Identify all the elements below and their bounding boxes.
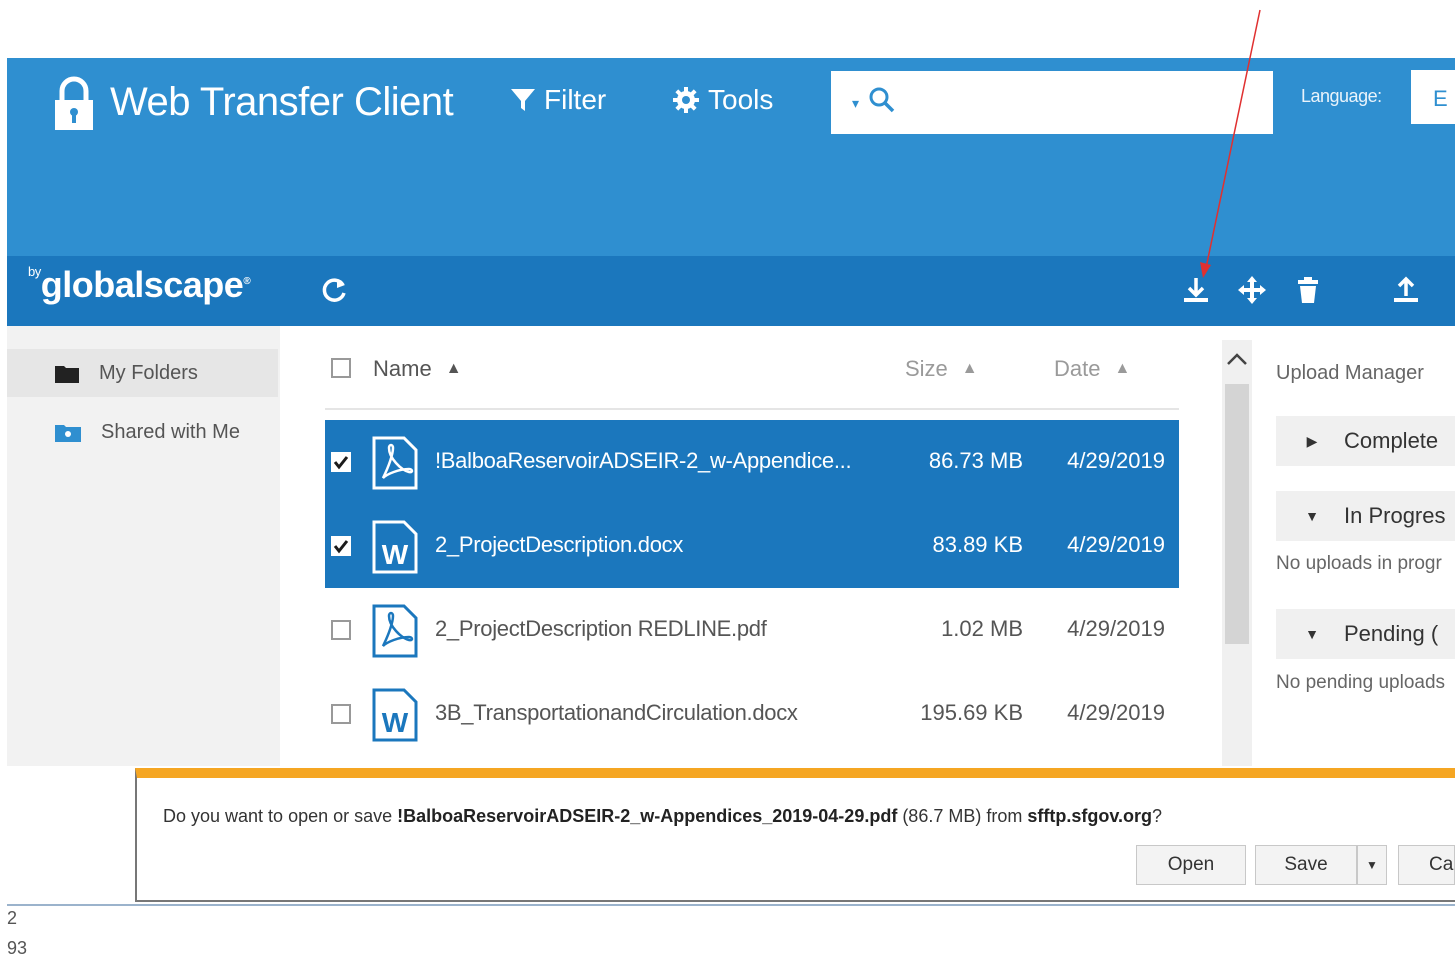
file-name: 3B_TransportationandCirculation.docx [435,700,798,725]
file-size: 195.69 KB [920,700,1023,725]
download-icon[interactable] [1180,274,1212,306]
svg-text:W: W [382,707,409,738]
pending-empty-text: No pending uploads [1276,672,1446,693]
sidebar-item-shared-with-me[interactable]: Shared with Me [7,408,278,456]
sort-asc-icon: ▲ [1114,360,1131,377]
table-row[interactable]: 2_ProjectDescription REDLINE.pdf 1.02 MB… [325,588,1179,672]
row-checkbox[interactable] [331,620,351,640]
caret-down-icon: ▼ [1305,508,1319,524]
upload-manager-title: Upload Manager [1276,362,1424,384]
column-header-date[interactable]: Date ▲ [1054,356,1130,382]
table-row[interactable]: !BalboaReservoirADSEIR-2_w-Appendice... … [325,420,1179,504]
select-all-checkbox[interactable] [331,358,351,378]
tools-button[interactable]: Tools [672,84,773,116]
save-options-dropdown[interactable]: ▼ [1357,845,1387,885]
sidebar-item-my-folders[interactable]: My Folders [7,349,278,397]
file-name: !BalboaReservoirADSEIR-2_w-Appendice... [435,448,852,473]
row-checkbox[interactable] [331,536,351,556]
divider [7,904,1455,906]
cancel-button[interactable]: Ca [1398,845,1455,885]
file-name: 2_ProjectDescription REDLINE.pdf [435,616,767,641]
brand-logo: byglobalscape® [28,264,251,305]
row-checkbox[interactable] [331,704,351,724]
completed-panel[interactable]: ▶ Complete [1276,416,1455,466]
search-icon [868,86,896,119]
file-size: 83.89 KB [932,532,1023,557]
column-header-size[interactable]: Size ▲ [905,356,978,382]
tools-label: Tools [708,84,774,115]
pdf-icon [372,436,418,490]
sidebar-item-label: My Folders [99,361,198,384]
file-size: 86.73 MB [928,448,1023,473]
save-button[interactable]: Save [1255,845,1357,885]
filter-label: Filter [544,84,607,115]
refresh-icon[interactable] [318,274,350,306]
shared-folder-icon [55,425,81,442]
file-date: 4/29/2019 [1067,616,1165,641]
caret-right-icon: ▶ [1306,432,1318,449]
trash-icon[interactable] [1292,274,1324,306]
table-row[interactable]: W 3B_TransportationandCirculation.docx 1… [325,672,1179,756]
filter-button[interactable]: Filter [510,84,606,116]
pdf-icon [372,604,418,658]
filter-icon [511,89,535,111]
file-date: 4/29/2019 [1067,448,1165,473]
download-prompt-text: Do you want to open or save !BalboaReser… [163,806,1163,826]
in-progress-panel[interactable]: ▼ In Progres [1276,491,1455,541]
table-row[interactable]: W 2_ProjectDescription.docx 83.89 KB 4/2… [325,504,1179,588]
app-title: Web Transfer Client [110,80,454,124]
caret-down-icon: ▼ [1305,626,1319,642]
sort-asc-icon: ▲ [445,360,462,377]
file-date: 4/29/2019 [1067,700,1165,725]
row-checkbox[interactable] [331,452,351,472]
pending-panel[interactable]: ▼ Pending ( [1276,609,1455,659]
chevron-up-icon[interactable] [1226,352,1248,371]
search-input[interactable] [831,71,1273,134]
language-label: Language: [1301,86,1382,106]
svg-text:W: W [382,539,409,570]
word-doc-icon: W [372,520,418,574]
sort-asc-icon: ▲ [961,360,978,377]
gear-icon [673,87,699,113]
upload-icon[interactable] [1390,274,1422,306]
lock-icon [53,76,95,135]
file-size: 1.02 MB [941,616,1023,641]
divider [325,408,1179,410]
sidebar-item-label: Shared with Me [101,420,240,443]
language-select[interactable]: E [1411,70,1455,124]
file-date: 4/29/2019 [1067,532,1165,557]
footer-page-number: 93 [7,938,28,958]
footer-text: 2 [7,908,18,928]
word-doc-icon: W [372,688,418,742]
in-progress-empty-text: No uploads in progr [1276,553,1442,574]
search-dropdown-icon[interactable]: ▾ [852,95,859,112]
column-header-name[interactable]: Name ▲ [373,356,462,382]
folder-icon [55,366,79,383]
open-button[interactable]: Open [1136,845,1246,885]
file-name: 2_ProjectDescription.docx [435,532,684,557]
scrollbar-thumb[interactable] [1225,384,1249,644]
move-icon[interactable] [1236,274,1268,306]
